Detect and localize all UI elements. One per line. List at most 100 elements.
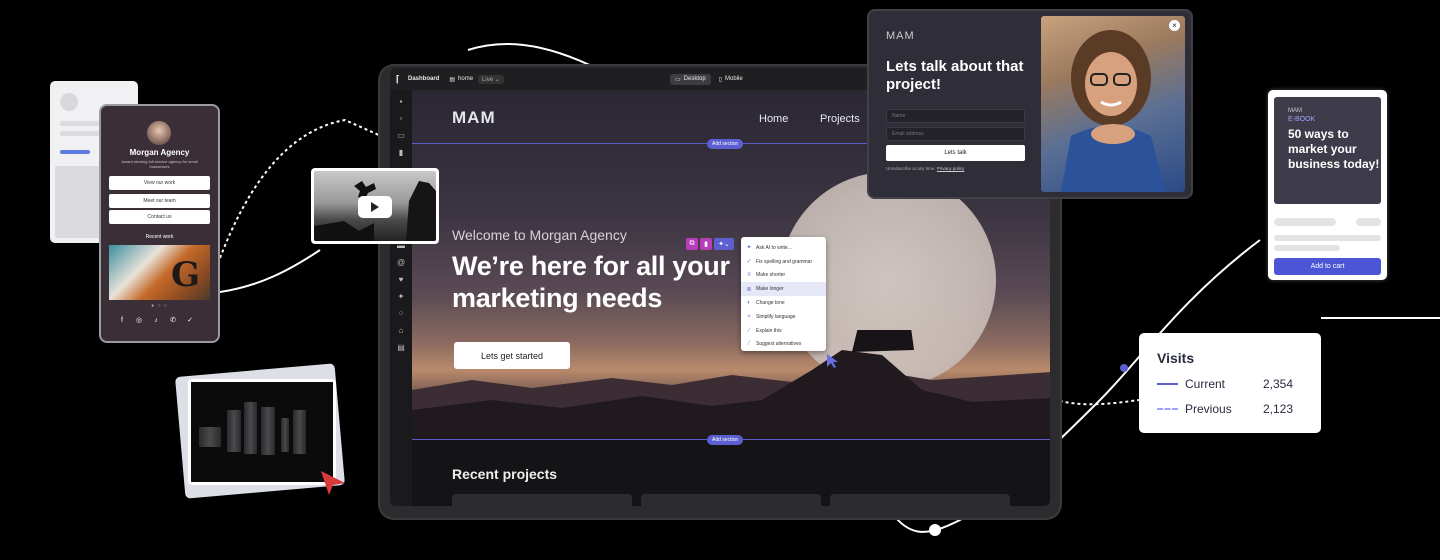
facebook-icon[interactable]: f — [118, 317, 126, 325]
ai-menu-item[interactable]: ✓ Fix spelling and grammar — [741, 255, 826, 269]
text-edit-toolbar: ⧉ ▮ ✦⌄ — [686, 238, 734, 250]
ai-menu-item[interactable]: ✧ Simplify language — [741, 310, 826, 324]
privacy-policy-link[interactable]: Privacy policy — [937, 166, 965, 171]
wand-icon: ⁄ — [748, 341, 750, 348]
layout-icon[interactable]: ▤ — [397, 344, 405, 352]
product-bottle — [281, 418, 289, 452]
ai-menu-item[interactable]: ⁄ Suggest alternatives — [741, 338, 826, 352]
ebook-tag: E-BOOK — [1288, 116, 1316, 123]
popup-submit-button[interactable]: Lets talk — [886, 145, 1025, 161]
wand-icon: ⁄ — [748, 327, 750, 334]
project-card[interactable] — [641, 494, 821, 506]
sparkle-icon: ✦ — [746, 245, 752, 252]
ai-menu-item[interactable]: ✦ Ask AI to write... — [741, 241, 826, 255]
connector-left-bottom — [219, 249, 321, 293]
play-icon[interactable] — [358, 196, 392, 218]
product-bottle — [227, 410, 241, 452]
ebook-logo: MAM — [1288, 108, 1302, 114]
settings-icon[interactable]: ✦ — [397, 293, 405, 301]
close-icon[interactable]: × — [1169, 20, 1180, 31]
product-bottle — [293, 410, 306, 454]
pages-icon[interactable]: ▪ — [397, 98, 405, 106]
visits-stats-card: Visits Current 2,354 Previous 2,123 — [1139, 333, 1321, 433]
desktop-toggle[interactable]: ▭ Desktop — [670, 73, 711, 85]
add-section-button-top[interactable]: Add section — [707, 139, 744, 149]
ai-menu-label: Explain this — [756, 327, 782, 334]
page-name: home — [458, 76, 474, 82]
placeholder-line — [1356, 218, 1381, 226]
project-card[interactable] — [452, 494, 632, 506]
ai-menu-label: Ask AI to write... — [756, 244, 792, 251]
ai-menu-item[interactable]: ◐ Change tone — [741, 296, 826, 310]
tiktok-icon[interactable]: ♪ — [152, 317, 160, 325]
ai-menu-item[interactable]: ≡ Make shorter — [741, 269, 826, 283]
project-card[interactable] — [830, 494, 1010, 506]
mobile-toggle[interactable]: ▯ Mobile — [714, 74, 748, 85]
ai-menu-item[interactable]: ≣ Make longer — [741, 282, 826, 297]
editor-sidebar: ▪ ▫ ▭ ▮ ▬ @ ♥ ✦ ⁘ ⌂ ▤ — [390, 90, 412, 506]
whatsapp-icon[interactable]: ✆ — [169, 317, 177, 325]
meet-our-team-button[interactable]: Meet our team — [109, 194, 210, 208]
page-selector[interactable]: ▤ home Live ⌄ — [449, 74, 504, 84]
ai-menu-label: Fix spelling and grammar — [756, 258, 813, 265]
popup-legal: Unsubscribe at any time. Privacy policy — [886, 166, 964, 171]
solid-line-legend — [1157, 383, 1178, 385]
letter-g-art: G — [171, 255, 201, 295]
ebook-cover: MAM E-BOOK 50 ways to market your busine… — [1274, 97, 1381, 204]
desktop-icon: ▭ — [675, 76, 681, 83]
video-thumbnail — [314, 171, 436, 241]
tone-icon: ◐ — [747, 300, 751, 307]
ai-menu-item[interactable]: ⁄ Explain this — [741, 324, 826, 338]
at-icon[interactable]: @ — [397, 259, 405, 267]
site-logo[interactable]: MAM — [452, 108, 496, 128]
view-our-work-button[interactable]: View our work — [109, 176, 210, 190]
product-bottle — [244, 402, 257, 454]
cta-button[interactable]: Lets get started — [454, 342, 570, 369]
nav-projects[interactable]: Projects — [820, 113, 860, 125]
ebook-title: 50 ways to market your business today! — [1288, 127, 1380, 171]
popup-email-input[interactable] — [886, 127, 1025, 141]
mouse-cursor-icon — [827, 354, 838, 368]
mobile-icon: ▯ — [718, 76, 722, 83]
visits-label: Current — [1185, 377, 1226, 391]
simplify-icon: ✧ — [746, 314, 752, 321]
copy-icon[interactable]: ⧉ — [686, 238, 698, 250]
carousel-dots[interactable]: ● ○ ○ — [101, 303, 218, 309]
delete-icon[interactable]: ▮ — [700, 238, 712, 250]
add-to-cart-button[interactable]: Add to cart — [1274, 258, 1381, 275]
document-icon[interactable]: ▫ — [397, 115, 405, 123]
placeholder-line — [1274, 218, 1336, 226]
product-jar — [199, 427, 221, 447]
visits-value: 2,354 — [1263, 377, 1294, 391]
bio-description: Award winning full service agency for sm… — [121, 159, 198, 169]
ai-sparkle-button[interactable]: ✦⌄ — [714, 238, 734, 250]
twitter-icon[interactable]: ✓ — [186, 317, 194, 325]
connector-dot-visits — [1120, 364, 1128, 372]
connector-dashed-right — [1047, 397, 1140, 406]
video-block[interactable] — [311, 168, 439, 244]
media-icon[interactable]: ▭ — [397, 132, 405, 140]
placeholder-grid — [55, 166, 100, 238]
add-section-button-bottom[interactable]: Add section — [707, 435, 744, 445]
hero-welcome[interactable]: Welcome to Morgan Agency — [452, 227, 627, 243]
nav-home[interactable]: Home — [759, 113, 788, 125]
live-label: Live — [482, 76, 494, 83]
connector-dot-bottom — [929, 524, 941, 536]
bookmark-icon[interactable]: ▮ — [397, 149, 405, 157]
instagram-icon[interactable]: ◎ — [135, 317, 143, 325]
recent-work-image[interactable]: G — [109, 245, 210, 300]
product-photo[interactable] — [188, 379, 336, 485]
social-links: f ◎ ♪ ✆ ✓ — [118, 317, 194, 325]
popup-name-input[interactable] — [886, 109, 1025, 123]
apps-icon[interactable]: ⁘ — [397, 310, 405, 318]
ebook-product-card: MAM E-BOOK 50 ways to market your busine… — [1268, 90, 1387, 280]
sitting-man — [852, 330, 914, 352]
cart-icon[interactable]: ⌂ — [397, 327, 405, 335]
heart-icon[interactable]: ♥ — [397, 276, 405, 284]
hero-headline[interactable]: We’re here for all your marketing needs — [452, 250, 752, 314]
dashboard-link[interactable]: Dashboard — [408, 76, 439, 82]
app-logo-icon[interactable]: ⌈ — [396, 74, 404, 84]
visits-row-previous: Previous 2,123 — [1157, 402, 1293, 416]
contact-us-button[interactable]: Contact us — [109, 210, 210, 224]
placeholder-line — [1274, 245, 1340, 251]
